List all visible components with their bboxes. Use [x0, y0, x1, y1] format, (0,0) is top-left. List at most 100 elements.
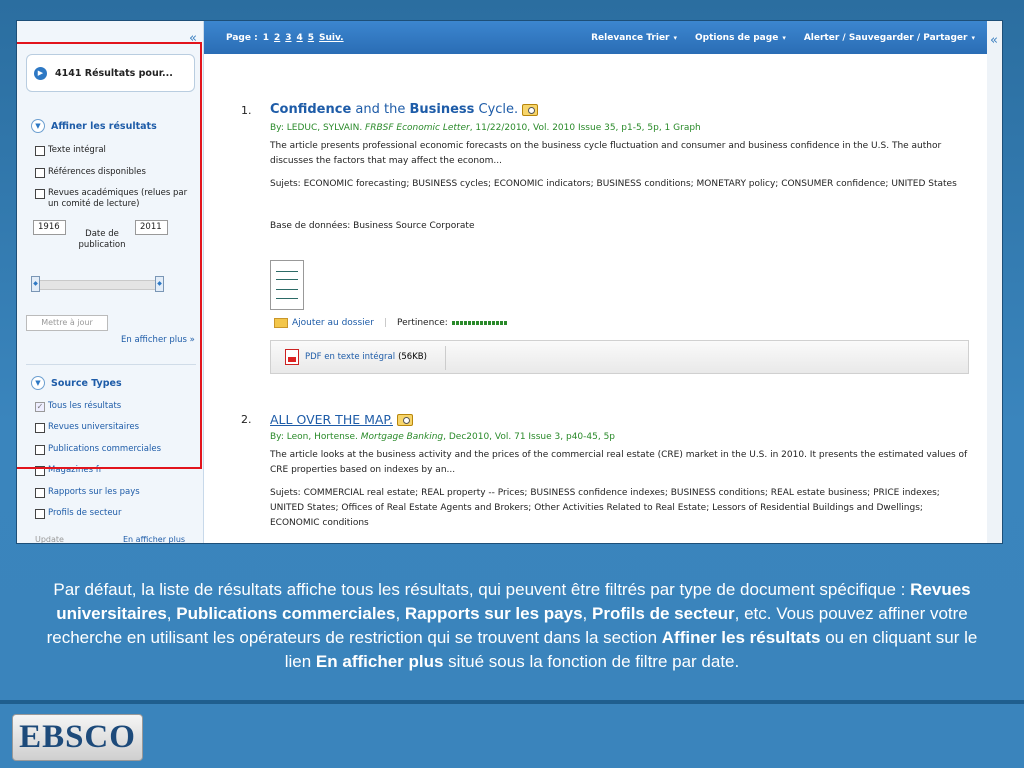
collapse-right-icon[interactable]: «	[990, 33, 998, 48]
divider	[26, 364, 196, 365]
sort-dropdown[interactable]: Relevance Trier ▾	[591, 33, 677, 43]
checkbox-checked-icon[interactable]	[35, 402, 45, 412]
result-abstract: The article looks at the business activi…	[270, 450, 968, 475]
divider	[445, 346, 446, 370]
caption-bold: Affiner les résultats	[661, 628, 821, 647]
next-page-link[interactable]: Suiv.	[319, 33, 344, 43]
source-label: Magazines fr	[48, 465, 103, 475]
result-number: 1.	[241, 104, 252, 117]
sidebar: « ▶ 4141 Résultats pour... ▼ Affiner les…	[17, 21, 204, 543]
checkbox-icon[interactable]	[35, 168, 45, 178]
source-update-button[interactable]: Update	[35, 535, 64, 543]
publication-info: , 11/22/2010, Vol. 2010 Issue 35, p1-5, …	[469, 123, 701, 133]
date-from-input[interactable]: 1916	[33, 220, 66, 235]
source-types-header[interactable]: ▼ Source Types	[31, 376, 122, 390]
collapse-sidebar-icon[interactable]: «	[189, 31, 197, 46]
checkbox-icon[interactable]	[35, 189, 45, 199]
page-options-dropdown[interactable]: Options de page ▾	[695, 33, 786, 43]
caption-text: Par défaut, la liste de résultats affich…	[53, 580, 911, 599]
results-count: 4141 Résultats pour...	[55, 67, 173, 79]
source-magazines[interactable]: Magazines fr	[35, 465, 102, 476]
source-label: Rapports sur les pays	[48, 487, 140, 497]
title-part: Confidence	[270, 102, 352, 117]
title-text: ALL OVER THE MAP.	[270, 412, 393, 427]
preview-icon[interactable]	[397, 413, 413, 426]
page-link[interactable]: 4	[297, 33, 303, 43]
right-collapse-column	[987, 21, 1002, 543]
chevron-down-icon: ▾	[782, 33, 786, 42]
result-meta: By: LEDUC, SYLVAIN. FRBSF Economic Lette…	[270, 123, 701, 133]
source-academic[interactable]: Revues universitaires	[35, 422, 139, 433]
date-to-input[interactable]: 2011	[135, 220, 168, 235]
result-subjects: Sujets: COMMERCIAL real estate; REAL pro…	[270, 488, 940, 528]
checkbox-icon[interactable]	[35, 423, 45, 433]
pdf-full-text-link[interactable]: PDF en texte intégral	[305, 352, 395, 362]
source-label: Profils de secteur	[48, 508, 122, 518]
pagination: Page : 1 2 3 4 5 Suiv.	[226, 33, 344, 43]
author: By: Leon, Hortense.	[270, 432, 361, 442]
source-industry-profiles[interactable]: Profils de secteur	[35, 508, 121, 519]
checkbox-icon[interactable]	[35, 146, 45, 156]
update-button[interactable]: Mettre à jour	[26, 315, 108, 331]
pdf-icon	[285, 349, 299, 365]
toolbar-options: Relevance Trier ▾ Options de page ▾ Aler…	[591, 21, 975, 54]
refine-header[interactable]: ▼ Affiner les résultats	[31, 119, 157, 133]
author: By: LEDUC, SYLVAIN.	[270, 123, 366, 133]
title-part: Business	[409, 102, 475, 117]
source-trade[interactable]: Publications commerciales	[35, 444, 161, 455]
caption-bold: Publications commerciales	[176, 604, 396, 623]
page-link[interactable]: 1	[263, 33, 269, 43]
footer-divider	[0, 700, 1024, 704]
caption-bold: En afficher plus	[315, 652, 444, 671]
result-abstract: The article presents professional econom…	[270, 141, 942, 166]
slide-caption: Par défaut, la liste de résultats affich…	[40, 578, 984, 674]
title-part: Cycle.	[474, 102, 519, 117]
title-part: and the	[351, 102, 410, 117]
caption-text: ,	[582, 604, 592, 623]
caption-text: situé sous la fonction de filtre par dat…	[443, 652, 740, 671]
slider-handle-left[interactable]: ◆	[31, 276, 40, 292]
source-all[interactable]: Tous les résultats	[35, 401, 121, 412]
page-link[interactable]: 3	[285, 33, 291, 43]
checkbox-icon[interactable]	[35, 445, 45, 455]
page-link[interactable]: 2	[274, 33, 280, 43]
source-country-reports[interactable]: Rapports sur les pays	[35, 487, 140, 498]
result-title-link[interactable]: ALL OVER THE MAP.	[270, 412, 413, 427]
caption-text: ,	[166, 604, 177, 623]
source-label: Tous les résultats	[48, 401, 122, 411]
result-number: 2.	[241, 413, 252, 426]
document-thumbnail[interactable]	[270, 260, 304, 310]
result-title-link[interactable]: Confidence and the Business Cycle.	[270, 102, 539, 117]
show-more-link[interactable]: En afficher plus »	[121, 335, 195, 345]
source-show-more-link[interactable]: En afficher plus	[123, 535, 185, 543]
page-link[interactable]: 5	[308, 33, 314, 43]
result-database: Base de données: Business Source Corpora…	[270, 221, 475, 231]
alert-share-dropdown[interactable]: Alerter / Sauvegarder / Partager ▾	[804, 33, 975, 43]
separator: |	[383, 318, 387, 328]
results-count-box[interactable]: ▶ 4141 Résultats pour...	[26, 54, 195, 92]
refine-title: Affiner les résultats	[51, 120, 157, 132]
filter-full-text[interactable]: Texte intégral	[35, 145, 106, 156]
pdf-size: (56KB)	[398, 352, 427, 362]
filter-peer-reviewed[interactable]: Revues académiques (relues par un comité…	[35, 188, 200, 210]
publication-info: , Dec2010, Vol. 71 Issue 3, p40-45, 5p	[443, 432, 616, 442]
filter-references[interactable]: Références disponibles	[35, 167, 146, 178]
result-subjects: Sujets: ECONOMIC forecasting; BUSINESS c…	[270, 179, 957, 189]
add-to-folder-link[interactable]: Ajouter au dossier	[292, 318, 374, 328]
checkbox-icon[interactable]	[35, 466, 45, 476]
date-slider[interactable]	[33, 280, 163, 290]
chevron-down-icon: ▼	[31, 376, 45, 390]
checkbox-icon[interactable]	[35, 488, 45, 498]
page-label: Page :	[226, 32, 258, 43]
preview-icon[interactable]	[522, 103, 539, 116]
filter-label: Revues académiques (relues par un comité…	[48, 188, 188, 209]
full-text-bar: PDF en texte intégral (56KB)	[270, 340, 969, 374]
alert-share-label: Alerter / Sauvegarder / Partager	[803, 32, 968, 43]
chevron-down-icon: ▾	[971, 33, 975, 42]
checkbox-icon[interactable]	[35, 509, 45, 519]
source-label: Revues universitaires	[48, 422, 140, 432]
page-options-label: Options de page	[695, 32, 779, 43]
source-title: FRBSF Economic Letter	[365, 123, 470, 133]
slider-handle-right[interactable]: ◆	[155, 276, 164, 292]
results-toolbar: Page : 1 2 3 4 5 Suiv. Relevance Trier ▾…	[204, 21, 987, 54]
